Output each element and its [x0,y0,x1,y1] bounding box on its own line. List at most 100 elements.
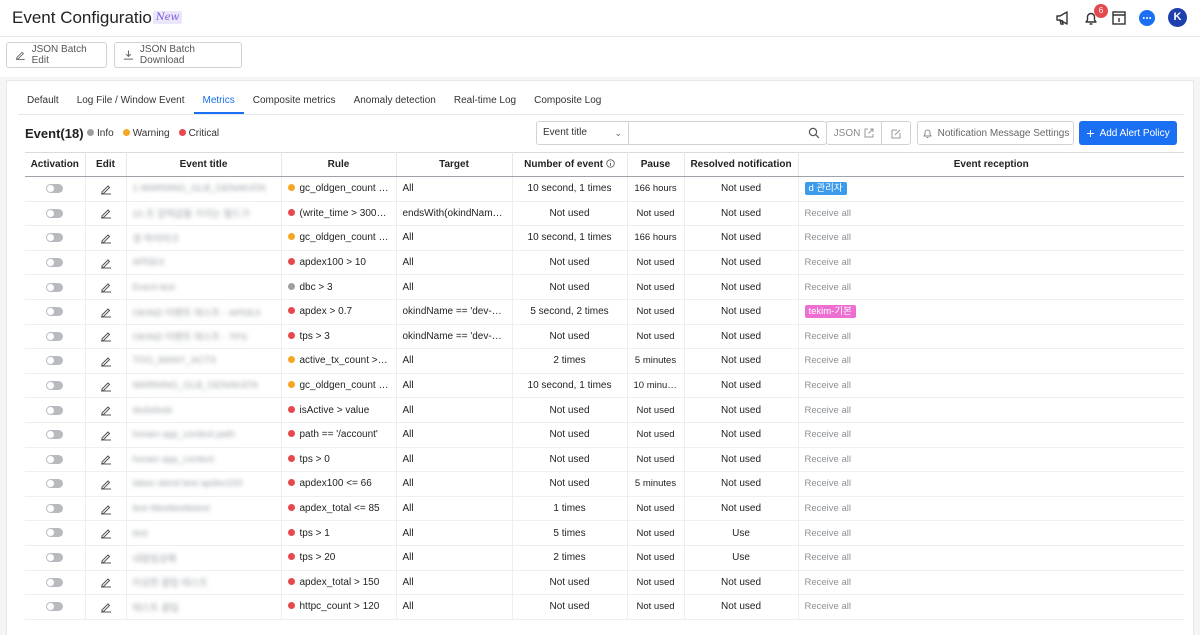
event-title[interactable]: 경 하이마크 [133,234,179,245]
json-batch-download-button[interactable]: JSON Batch Download [114,42,242,68]
pencil-icon[interactable] [100,576,112,588]
reception-tag[interactable]: tekim-기본 [804,305,856,319]
activation-toggle[interactable] [46,233,64,243]
activation-toggle[interactable] [46,380,64,390]
search-field-select[interactable]: Event title ⌄ [537,122,629,144]
json-edit-button[interactable] [882,122,910,144]
event-title[interactable]: dsdsdsds [133,405,173,416]
activation-toggle[interactable] [46,528,64,538]
column-header[interactable]: Pause [627,152,685,177]
table-row[interactable]: 1 WARNING_GLB_GENAKATA gc_oldgen_count >.… [25,176,1184,202]
pencil-icon[interactable] [100,281,112,293]
activation-toggle[interactable] [46,479,64,489]
table-row[interactable]: Event test dbc > 3 All Not used Not used Not … [25,274,1184,300]
table-row[interactable]: 이상한 꿀팁 테스트 apdex_total > 150 All Not used No… [25,570,1184,596]
column-header[interactable]: Target [396,152,513,177]
column-header[interactable]: Edit [85,152,127,177]
avatar[interactable]: K [1168,8,1187,27]
pencil-icon[interactable] [100,527,112,539]
activation-toggle[interactable] [46,208,64,218]
event-title[interactable]: 내알림성해 [133,554,177,565]
tab-metrics[interactable]: Metrics [193,89,244,114]
event-title[interactable]: lakes okind test apdex100 [133,478,243,489]
activation-toggle[interactable] [46,503,64,513]
event-title[interactable]: OKIND 이벤트 테스트 - APDEX [133,308,261,319]
pencil-icon[interactable] [100,306,112,318]
activation-toggle[interactable] [46,430,64,440]
activation-toggle[interactable] [46,282,64,292]
activation-toggle[interactable] [46,184,64,194]
activation-toggle[interactable] [46,454,64,464]
table-row[interactable]: test tps > 1 All 5 times Not used Use Receive … [25,520,1184,546]
pencil-icon[interactable] [100,232,112,244]
activation-toggle[interactable] [46,307,64,317]
event-title[interactable]: 이상한 꿀팁 테스트 [133,578,208,589]
activation-toggle[interactable] [46,577,64,587]
table-row[interactable]: lakes okind test apdex100 apdex100 <= 66 A… [25,471,1184,497]
megaphone-icon[interactable] [1054,9,1072,27]
json-batch-edit-button[interactable]: JSON Batch Edit [6,42,107,68]
table-row[interactable]: APDEX apdex100 > 10 All Not used Not used Not… [25,250,1184,276]
pencil-icon[interactable] [100,380,112,392]
pencil-icon[interactable] [100,355,112,367]
table-row[interactable]: WARNING_GLB_GENAKATA gc_oldgen_count >...… [25,373,1184,399]
event-title[interactable]: Event test [133,282,175,293]
reception-tag[interactable]: d 관리자 [804,182,847,196]
pencil-icon[interactable] [100,183,112,195]
pencil-icon[interactable] [100,257,112,269]
event-title[interactable]: test [133,528,148,539]
tab-default[interactable]: Default [18,89,68,114]
event-title[interactable]: 1 WARNING_GLB_GENAKATA [133,183,266,194]
event-title[interactable]: TOO_MANY_ACTS [133,355,217,366]
activation-toggle[interactable] [46,257,64,267]
table-row[interactable]: horam app_context tps > 0 All Not used Not u… [25,447,1184,473]
activation-toggle[interactable] [46,356,64,366]
tab-composite-metrics[interactable]: Composite metrics [244,89,345,114]
table-row[interactable]: 테스트 꿀팁 httpc_count > 120 All Not used Not us… [25,594,1184,620]
pencil-icon[interactable] [100,478,112,490]
activation-toggle[interactable] [46,602,64,612]
search-input[interactable] [630,123,800,143]
event-title[interactable]: 테스트 꿀팁 [133,603,179,614]
column-header[interactable]: Event reception [798,152,1184,177]
table-row[interactable]: OKIND 이벤트 테스트 - APDEX apdex > 0.7 okindNam… [25,299,1184,325]
table-row[interactable]: dsdsdsds isActive > value All Not used Not u… [25,397,1184,423]
event-title[interactable]: test tttesttesttetest [133,503,210,514]
tab-anomaly-detection[interactable]: Anomaly detection [345,89,445,114]
chat-icon[interactable] [1138,9,1156,27]
column-header[interactable]: Event title [126,152,282,177]
table-row[interactable]: 내알림성해 tps > 20 All 2 times Not used Use Receiv… [25,545,1184,571]
table-row[interactable]: TOO_MANY_ACTS active_tx_count > 15 All 2 ti… [25,348,1184,374]
search-icon[interactable] [808,127,820,139]
pencil-icon[interactable] [100,404,112,416]
pencil-icon[interactable] [100,207,112,219]
docs-icon[interactable] [1110,9,1128,27]
event-title[interactable]: horam app_context [133,454,214,465]
pencil-icon[interactable] [100,429,112,441]
add-alert-policy-button[interactable]: + Add Alert Policy [1079,121,1177,145]
column-header[interactable]: Activation [25,152,86,177]
pencil-icon[interactable] [100,453,112,465]
event-title[interactable]: horam app_context path [133,429,235,440]
info-icon[interactable] [606,159,615,168]
column-header[interactable]: Number of event [512,152,628,177]
pencil-icon[interactable] [100,601,112,613]
tab-composite-log[interactable]: Composite Log [525,89,610,114]
column-header[interactable]: Rule [281,152,397,177]
table-row[interactable]: 10 조 압력값을 가지는 필드가 (write_time > 3000 ... e… [25,201,1184,227]
pencil-icon[interactable] [100,330,112,342]
tab-real-time-log[interactable]: Real-time Log [445,89,525,114]
activation-toggle[interactable] [46,331,64,341]
table-row[interactable]: 경 하이마크 gc_oldgen_count >... All 10 second, … [25,225,1184,251]
pencil-icon[interactable] [100,552,112,564]
activation-toggle[interactable] [46,405,64,415]
table-row[interactable]: horam app_context path path == '/account'… [25,422,1184,448]
event-title[interactable]: 10 조 압력값을 가지는 필드가 [133,209,250,220]
event-title[interactable]: APDEX [133,257,165,268]
activation-toggle[interactable] [46,553,64,563]
table-row[interactable]: OKIND 이벤트 테스트 - TPS tps > 3 okindName == '… [25,324,1184,350]
event-title[interactable]: WARNING_GLB_GENAKATA [133,380,258,391]
pencil-icon[interactable] [100,503,112,515]
column-header[interactable]: Resolved notification [684,152,799,177]
table-row[interactable]: test tttesttesttetest apdex_total <= 85 Al… [25,496,1184,522]
